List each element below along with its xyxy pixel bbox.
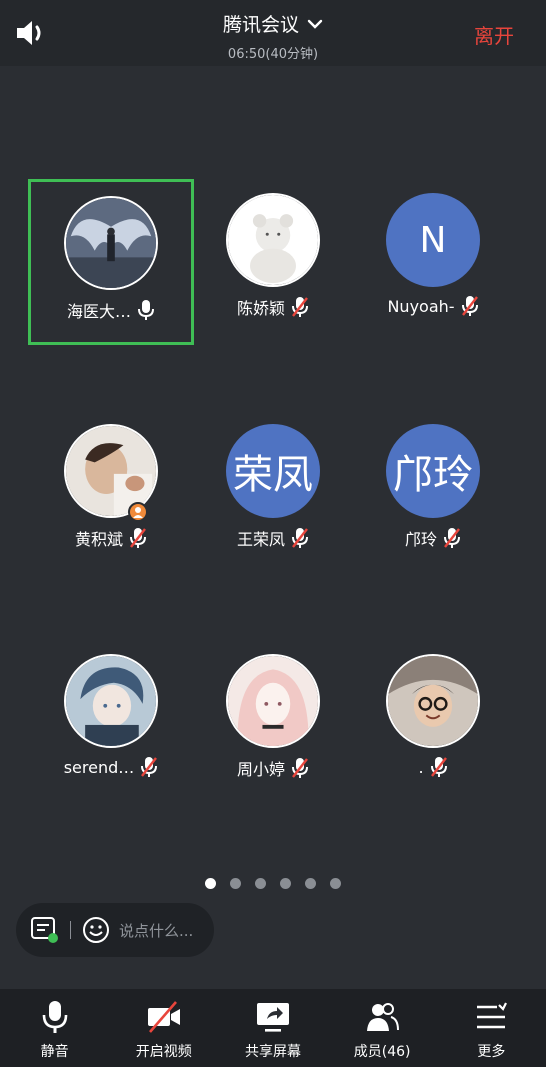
participant-name-row: 周小婷 xyxy=(190,756,356,780)
mic-muted-icon xyxy=(292,758,308,778)
participant-tile[interactable]: serend… xyxy=(28,638,194,804)
avatar-angel-wings-photo xyxy=(64,196,158,290)
video-label: 开启视频 xyxy=(135,1044,192,1060)
participant-name-row: 王荣凤 xyxy=(190,526,356,550)
members-icon xyxy=(367,1003,400,1031)
page-dot-active[interactable] xyxy=(205,878,216,889)
participant-name: 黄积斌 xyxy=(74,530,123,549)
page-dot[interactable] xyxy=(280,878,291,889)
participant-tile[interactable]: 荣凤 王荣凤 xyxy=(190,408,356,574)
more-label: 更多 xyxy=(477,1044,506,1060)
participant-tile[interactable]: 周小婷 xyxy=(190,638,356,804)
participant-tile[interactable]: 邝玲 邝玲 xyxy=(350,408,516,574)
participant-tile[interactable]: 黄积斌 xyxy=(28,408,194,574)
bottom-toolbar: 静音 开启视频 共享屏幕 成员(46) 更多 xyxy=(0,989,546,1067)
participant-tile[interactable]: N Nuyoah- xyxy=(350,179,516,345)
participant-name: 海医大… xyxy=(66,302,131,321)
participant-name: 王荣凤 xyxy=(236,530,285,549)
mic-muted-icon xyxy=(430,757,447,777)
mic-muted-icon xyxy=(130,528,146,548)
mic-muted-icon xyxy=(292,297,308,317)
page-dot[interactable] xyxy=(255,878,266,889)
emoji-icon[interactable] xyxy=(81,915,111,945)
host-badge-icon xyxy=(128,502,148,522)
members-button[interactable]: 成员(46) xyxy=(332,989,432,1067)
page-indicator[interactable] xyxy=(0,878,546,889)
mic-muted-icon xyxy=(141,757,158,777)
mute-button[interactable]: 静音 xyxy=(5,989,105,1067)
participant-name-row: 陈娇颖 xyxy=(190,295,356,319)
chat-bar[interactable]: 说点什么... xyxy=(16,903,214,957)
page-dot[interactable] xyxy=(305,878,316,889)
participant-name-row: Nuyoah- xyxy=(350,295,516,317)
avatar-girl-glasses-photo xyxy=(386,654,480,748)
meeting-screen: 腾讯会议 06:50(40分钟) 离开 海医大… 陈娇颖 N Nuyoah- 黄… xyxy=(0,0,546,1067)
participant-tile[interactable]: . xyxy=(350,638,516,804)
mic-muted-icon xyxy=(292,528,308,548)
video-off-icon xyxy=(147,1001,180,1033)
microphone-icon xyxy=(42,1001,67,1033)
participant-name: serend… xyxy=(63,757,135,777)
more-button[interactable]: 更多 xyxy=(441,989,541,1067)
divider xyxy=(70,921,71,939)
avatar-anime-girl-photo xyxy=(226,654,320,748)
participant-tile[interactable]: 海医大… xyxy=(28,179,194,345)
participant-name: . xyxy=(418,757,424,777)
participant-tile[interactable]: 陈娇颖 xyxy=(190,179,356,345)
more-menu-icon xyxy=(477,1002,508,1029)
avatar-white-bear-photo xyxy=(226,193,320,287)
participant-name-row: 邝玲 xyxy=(350,526,516,550)
participant-name: 邝玲 xyxy=(404,530,437,549)
mic-on-icon xyxy=(138,300,154,320)
participant-name-row: 海医大… xyxy=(31,298,191,322)
participant-grid: 海医大… 陈娇颖 N Nuyoah- 黄积斌 荣凤 王荣凤 邝玲 邝玲 sere… xyxy=(0,0,546,860)
chat-input-placeholder[interactable]: 说点什么... xyxy=(119,920,193,941)
participant-name-row: 黄积斌 xyxy=(28,526,194,550)
mic-muted-icon xyxy=(461,296,478,316)
avatar-letter: N xyxy=(386,193,480,287)
participant-name: 陈娇颖 xyxy=(236,299,285,318)
share-screen-icon xyxy=(256,1003,289,1032)
mic-muted-icon xyxy=(444,528,460,548)
page-dot[interactable] xyxy=(330,878,341,889)
participant-name: Nuyoah- xyxy=(387,296,455,316)
avatar-anime-boy-photo xyxy=(64,654,158,748)
mute-label: 静音 xyxy=(40,1044,69,1060)
start-video-button[interactable]: 开启视频 xyxy=(114,989,214,1067)
avatar-letter: 荣凤 xyxy=(226,424,320,518)
avatar-letter: 邝玲 xyxy=(386,424,480,518)
participant-name-row: serend… xyxy=(28,756,194,778)
page-dot[interactable] xyxy=(230,878,241,889)
share-label: 共享屏幕 xyxy=(244,1044,301,1060)
share-screen-button[interactable]: 共享屏幕 xyxy=(223,989,323,1067)
participant-name: 周小婷 xyxy=(236,760,285,779)
chat-list-icon[interactable] xyxy=(30,915,60,945)
participant-name-row: . xyxy=(350,756,516,778)
members-label: 成员(46) xyxy=(353,1044,411,1060)
